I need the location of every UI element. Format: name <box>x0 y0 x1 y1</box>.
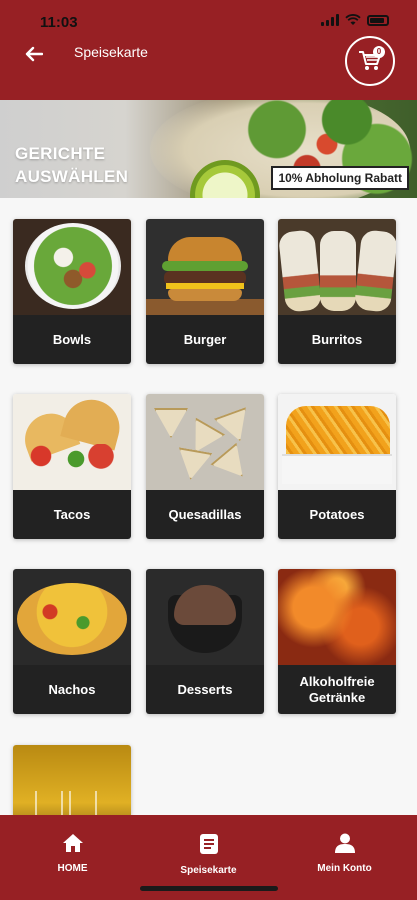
category-card-burger[interactable]: Burger <box>146 219 264 364</box>
nav-home-label: HOME <box>57 863 88 874</box>
drinks-image <box>278 569 396 665</box>
category-label: Quesadillas <box>146 490 264 539</box>
nav-mein-konto-label: Mein Konto <box>317 863 372 874</box>
nav-home[interactable]: HOME <box>3 815 142 900</box>
back-button[interactable] <box>20 40 48 68</box>
burger-image <box>146 219 264 315</box>
nav-mein-konto[interactable]: Mein Konto <box>275 815 414 900</box>
cart-button[interactable]: 0 <box>345 36 395 86</box>
category-card-alkoholfreie-getraenke[interactable]: Alkoholfreie Getränke <box>278 569 396 714</box>
category-label: Bowls <box>13 315 131 364</box>
category-card-bowls[interactable]: Bowls <box>13 219 131 364</box>
category-label: Alkoholfreie Getränke <box>278 665 396 714</box>
category-card-tacos[interactable]: Tacos <box>13 394 131 539</box>
discount-badge: 10% Abholung Rabatt <box>271 166 409 190</box>
category-label: Tacos <box>13 490 131 539</box>
hero-title-line2: AUSWÄHLEN <box>15 167 129 186</box>
burritos-image <box>278 219 396 315</box>
category-label: Potatoes <box>278 490 396 539</box>
wifi-icon <box>345 14 361 25</box>
category-card-nachos[interactable]: Nachos <box>13 569 131 714</box>
quesadillas-image <box>146 394 264 490</box>
desserts-image <box>146 569 264 665</box>
hero-title-line1: GERICHTE <box>15 144 106 163</box>
home-icon <box>62 834 83 852</box>
category-card-desserts[interactable]: Desserts <box>146 569 264 714</box>
nav-speisekarte-label: Speisekarte <box>180 865 237 876</box>
menu-icon <box>199 834 218 854</box>
category-label: Desserts <box>146 665 264 714</box>
category-label: Nachos <box>13 665 131 714</box>
tacos-image <box>13 394 131 490</box>
cart-count-badge: 0 <box>373 46 385 58</box>
person-icon <box>334 833 355 853</box>
home-indicator <box>140 886 278 891</box>
category-card-potatoes[interactable]: Potatoes <box>278 394 396 539</box>
signal-icon <box>321 14 339 26</box>
status-icons <box>321 14 389 26</box>
page-title: Speisekarte <box>74 44 148 60</box>
category-label: Burger <box>146 315 264 364</box>
arrow-left-icon <box>25 46 43 62</box>
hero-title: GERICHTE AUSWÄHLEN <box>15 142 128 188</box>
category-card-quesadillas[interactable]: Quesadillas <box>146 394 264 539</box>
battery-icon <box>367 14 389 26</box>
category-label: Burritos <box>278 315 396 364</box>
status-time: 11:03 <box>40 14 78 31</box>
app-header: 11:03 Speisekarte 0 <box>0 0 417 100</box>
potatoes-image <box>278 394 396 490</box>
app-screen: 11:03 Speisekarte 0 GERICHTE AUSWÄHLEN 1… <box>0 0 417 900</box>
category-card-burritos[interactable]: Burritos <box>278 219 396 364</box>
bowls-image <box>13 219 131 315</box>
nachos-image <box>13 569 131 665</box>
